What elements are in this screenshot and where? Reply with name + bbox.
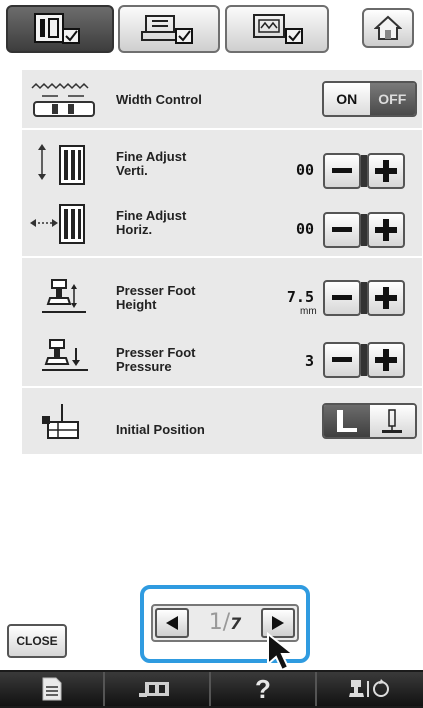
initial-position-toggle[interactable] xyxy=(322,403,417,439)
utility-settings-icon xyxy=(34,13,80,44)
presser-foot-height-unit: mm xyxy=(300,306,317,317)
plus-icon xyxy=(375,287,397,309)
general-settings-icon xyxy=(141,15,193,44)
presser-foot-height-icon xyxy=(42,279,86,313)
page-total: 7 xyxy=(230,614,242,633)
close-button[interactable]: CLOSE xyxy=(7,624,67,658)
presser-foot-height-minus-button[interactable] xyxy=(323,280,361,316)
embroidery-settings-icon xyxy=(253,14,303,44)
fine-adjust-vertical-icon xyxy=(38,144,85,185)
help-button[interactable]: ? xyxy=(211,672,317,706)
fine-adjust-horiz-minus-button[interactable] xyxy=(323,212,361,248)
off-option[interactable]: OFF xyxy=(369,83,415,115)
presser-foot-height-value: 7.5 xyxy=(286,288,314,306)
presser-foot-pressure-icon xyxy=(42,339,88,371)
presser-foot-height-label: Presser Foot Height xyxy=(116,283,196,312)
fine-adjust-horiz-plus-button[interactable] xyxy=(367,212,405,248)
triangle-left-icon xyxy=(166,616,178,630)
page-current: 1 xyxy=(208,610,223,635)
needle-left-icon xyxy=(336,410,357,432)
image-display-icon xyxy=(139,682,169,697)
image-button[interactable] xyxy=(105,672,211,706)
minus-icon xyxy=(332,295,352,300)
minus-icon xyxy=(332,227,352,232)
fine-adjust-verti-plus-button[interactable] xyxy=(367,153,405,189)
fine-adjust-horizontal-icon xyxy=(30,204,85,244)
fine-adjust-horiz-value: 00 xyxy=(295,220,314,238)
needle-center-option[interactable] xyxy=(369,405,415,437)
page-indicator: 1/7 xyxy=(208,610,242,635)
on-option[interactable]: ON xyxy=(324,83,370,115)
fine-adjust-verti-minus-button[interactable] xyxy=(323,153,361,189)
document-icon xyxy=(42,677,61,701)
triangle-right-icon xyxy=(272,616,284,630)
question-mark-icon: ? xyxy=(255,674,271,704)
tab-embroidery-settings[interactable] xyxy=(225,5,329,53)
fine-adjust-horiz-label: Fine Adjust Horiz. xyxy=(116,208,187,237)
presser-foot-pressure-value: 3 xyxy=(304,352,314,370)
presser-foot-pressure-plus-button[interactable] xyxy=(367,342,405,378)
needle-left-option[interactable] xyxy=(324,405,370,437)
mouse-cursor-icon xyxy=(267,632,296,672)
home-button[interactable] xyxy=(362,8,414,48)
width-control-toggle[interactable]: ON OFF xyxy=(322,81,417,117)
fine-adjust-verti-label: Fine Adjust Verti. xyxy=(116,149,187,178)
presser-foot-lift-icon xyxy=(349,679,389,697)
plus-icon xyxy=(375,219,397,241)
presser-foot-pressure-label: Presser Foot Pressure xyxy=(116,345,196,374)
initial-position-icon xyxy=(42,404,79,439)
tab-general-settings[interactable] xyxy=(118,5,220,53)
home-icon xyxy=(374,15,402,40)
presser-foot-lever-button[interactable] xyxy=(317,672,423,706)
initial-position-label: Initial Position xyxy=(116,422,205,437)
minus-icon xyxy=(332,357,352,362)
width-control-label: Width Control xyxy=(116,92,202,107)
manual-button[interactable] xyxy=(0,672,105,706)
previous-page-button[interactable] xyxy=(155,608,189,638)
presser-foot-pressure-minus-button[interactable] xyxy=(323,342,361,378)
presser-foot-height-plus-button[interactable] xyxy=(367,280,405,316)
minus-icon xyxy=(332,168,352,173)
settings-screen: Width Control ON OFF Fine Adjust Verti. … xyxy=(0,0,423,708)
needle-center-icon xyxy=(382,409,403,433)
fine-adjust-verti-value: 00 xyxy=(295,161,314,179)
tab-utility-settings[interactable] xyxy=(6,5,114,53)
plus-icon xyxy=(375,160,397,182)
plus-icon xyxy=(375,349,397,371)
width-control-icon xyxy=(31,82,95,117)
